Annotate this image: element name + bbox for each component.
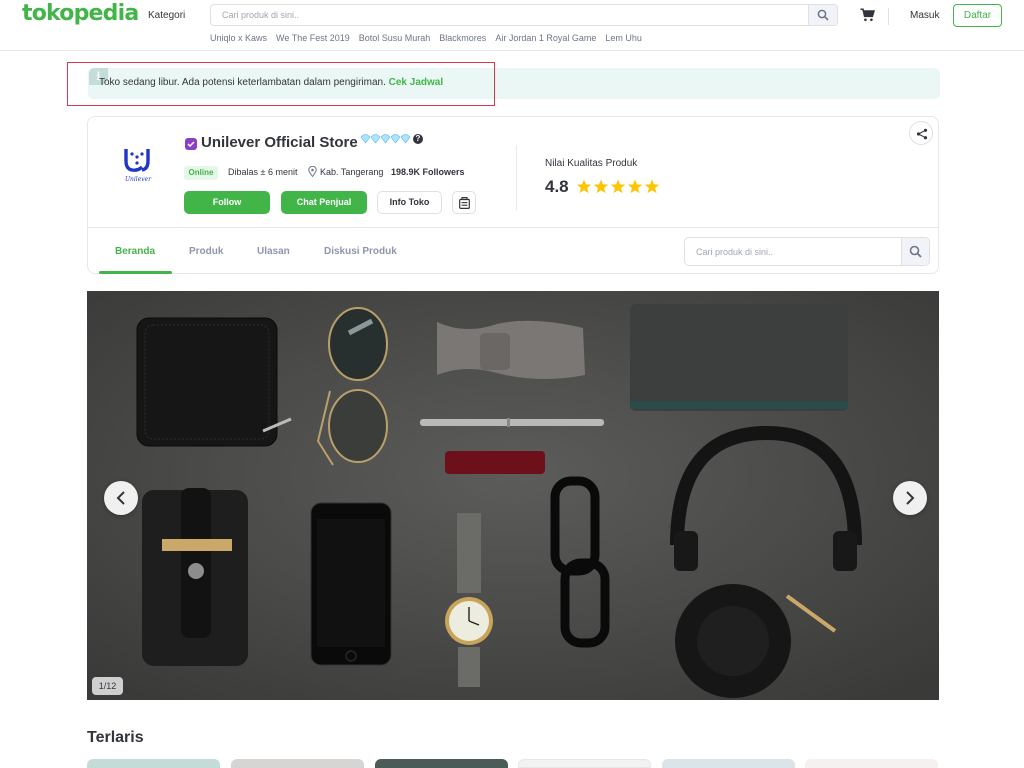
unilever-logo-text: Unilever xyxy=(125,176,152,183)
share-icon xyxy=(916,128,928,140)
tokopedia-logo[interactable]: tokopedia xyxy=(22,1,139,26)
product-card[interactable] xyxy=(87,759,220,768)
quick-link[interactable]: Botol Susu Murah xyxy=(359,33,431,43)
star-icon xyxy=(576,179,592,194)
quick-link[interactable]: Lem Uhu xyxy=(605,33,642,43)
shop-search-bar xyxy=(684,237,930,266)
power-merchant-badge xyxy=(185,138,197,150)
rating-stars xyxy=(576,179,660,194)
banner-image xyxy=(87,291,939,700)
check-icon xyxy=(187,141,195,147)
shop-search-input[interactable] xyxy=(685,238,899,265)
active-tab-indicator xyxy=(99,271,172,274)
product-card[interactable] xyxy=(231,759,364,768)
tabs-divider xyxy=(88,227,938,228)
annotation-highlight-box xyxy=(67,62,495,106)
followers-count: 198.9K Followers xyxy=(391,167,465,177)
cart-button[interactable] xyxy=(860,8,876,27)
search-icon xyxy=(817,9,829,21)
carousel-prev-button[interactable] xyxy=(104,481,138,515)
global-search-bar xyxy=(210,4,838,26)
star-icon xyxy=(610,179,626,194)
rating-value: 4.8 xyxy=(545,177,569,196)
quality-label: Nilai Kualitas Produk xyxy=(545,158,638,169)
section-title-terlaris: Terlaris xyxy=(87,729,144,746)
online-status-badge: Online xyxy=(184,166,218,180)
help-icon[interactable]: ? xyxy=(413,134,423,144)
product-card[interactable] xyxy=(518,759,651,768)
popular-search-links: Uniqlo x Kaws We The Fest 2019 Botol Susu … xyxy=(210,33,651,43)
tab-beranda[interactable]: Beranda xyxy=(115,246,155,257)
shop-info-button[interactable]: Info Toko xyxy=(377,191,442,214)
quick-link[interactable]: We The Fest 2019 xyxy=(276,33,350,43)
header-divider xyxy=(888,8,889,25)
shop-location: Kab. Tangerang xyxy=(320,167,384,177)
tab-diskusi-produk[interactable]: Diskusi Produk xyxy=(324,246,397,257)
product-card[interactable] xyxy=(805,759,938,768)
card-divider xyxy=(516,145,517,210)
product-card[interactable] xyxy=(375,759,508,768)
quick-link[interactable]: Air Jordan 1 Royal Game xyxy=(495,33,596,43)
share-button[interactable] xyxy=(909,121,933,145)
chat-seller-button[interactable]: Chat Penjual xyxy=(281,191,367,214)
diamond-badge-icon xyxy=(360,134,411,144)
carousel-next-button[interactable] xyxy=(893,481,927,515)
star-icon xyxy=(627,179,643,194)
quick-link[interactable]: Blackmores xyxy=(439,33,486,43)
top-header: tokopedia Kategori Uniqlo x Kaws We The F… xyxy=(0,0,1024,51)
tab-ulasan[interactable]: Ulasan xyxy=(257,246,290,257)
star-icon xyxy=(644,179,660,194)
kategori-menu[interactable]: Kategori xyxy=(148,10,185,21)
register-button[interactable]: Daftar xyxy=(953,4,1002,27)
login-link[interactable]: Masuk xyxy=(910,10,939,21)
shop-search-button[interactable] xyxy=(901,238,929,265)
shop-banner-carousel[interactable] xyxy=(87,291,939,700)
cart-icon xyxy=(860,8,876,22)
product-card[interactable] xyxy=(662,759,795,768)
follow-button[interactable]: Follow xyxy=(184,191,270,214)
carousel-counter: 1/12 xyxy=(92,677,123,695)
schedule-button[interactable] xyxy=(452,191,476,214)
reply-time: Dibalas ± 6 menit xyxy=(228,167,298,177)
location-pin-icon xyxy=(308,166,317,177)
unilever-logo: Unilever xyxy=(124,149,152,183)
briefcase-icon xyxy=(459,197,470,209)
shop-name: Unilever Official Store xyxy=(201,134,358,151)
chevron-left-icon xyxy=(116,491,125,505)
tab-produk[interactable]: Produk xyxy=(189,246,223,257)
global-search-button[interactable] xyxy=(808,5,837,25)
global-search-input[interactable] xyxy=(211,5,809,25)
chevron-right-icon xyxy=(906,491,915,505)
search-icon xyxy=(909,245,922,258)
quick-link[interactable]: Uniqlo x Kaws xyxy=(210,33,267,43)
star-icon xyxy=(593,179,609,194)
